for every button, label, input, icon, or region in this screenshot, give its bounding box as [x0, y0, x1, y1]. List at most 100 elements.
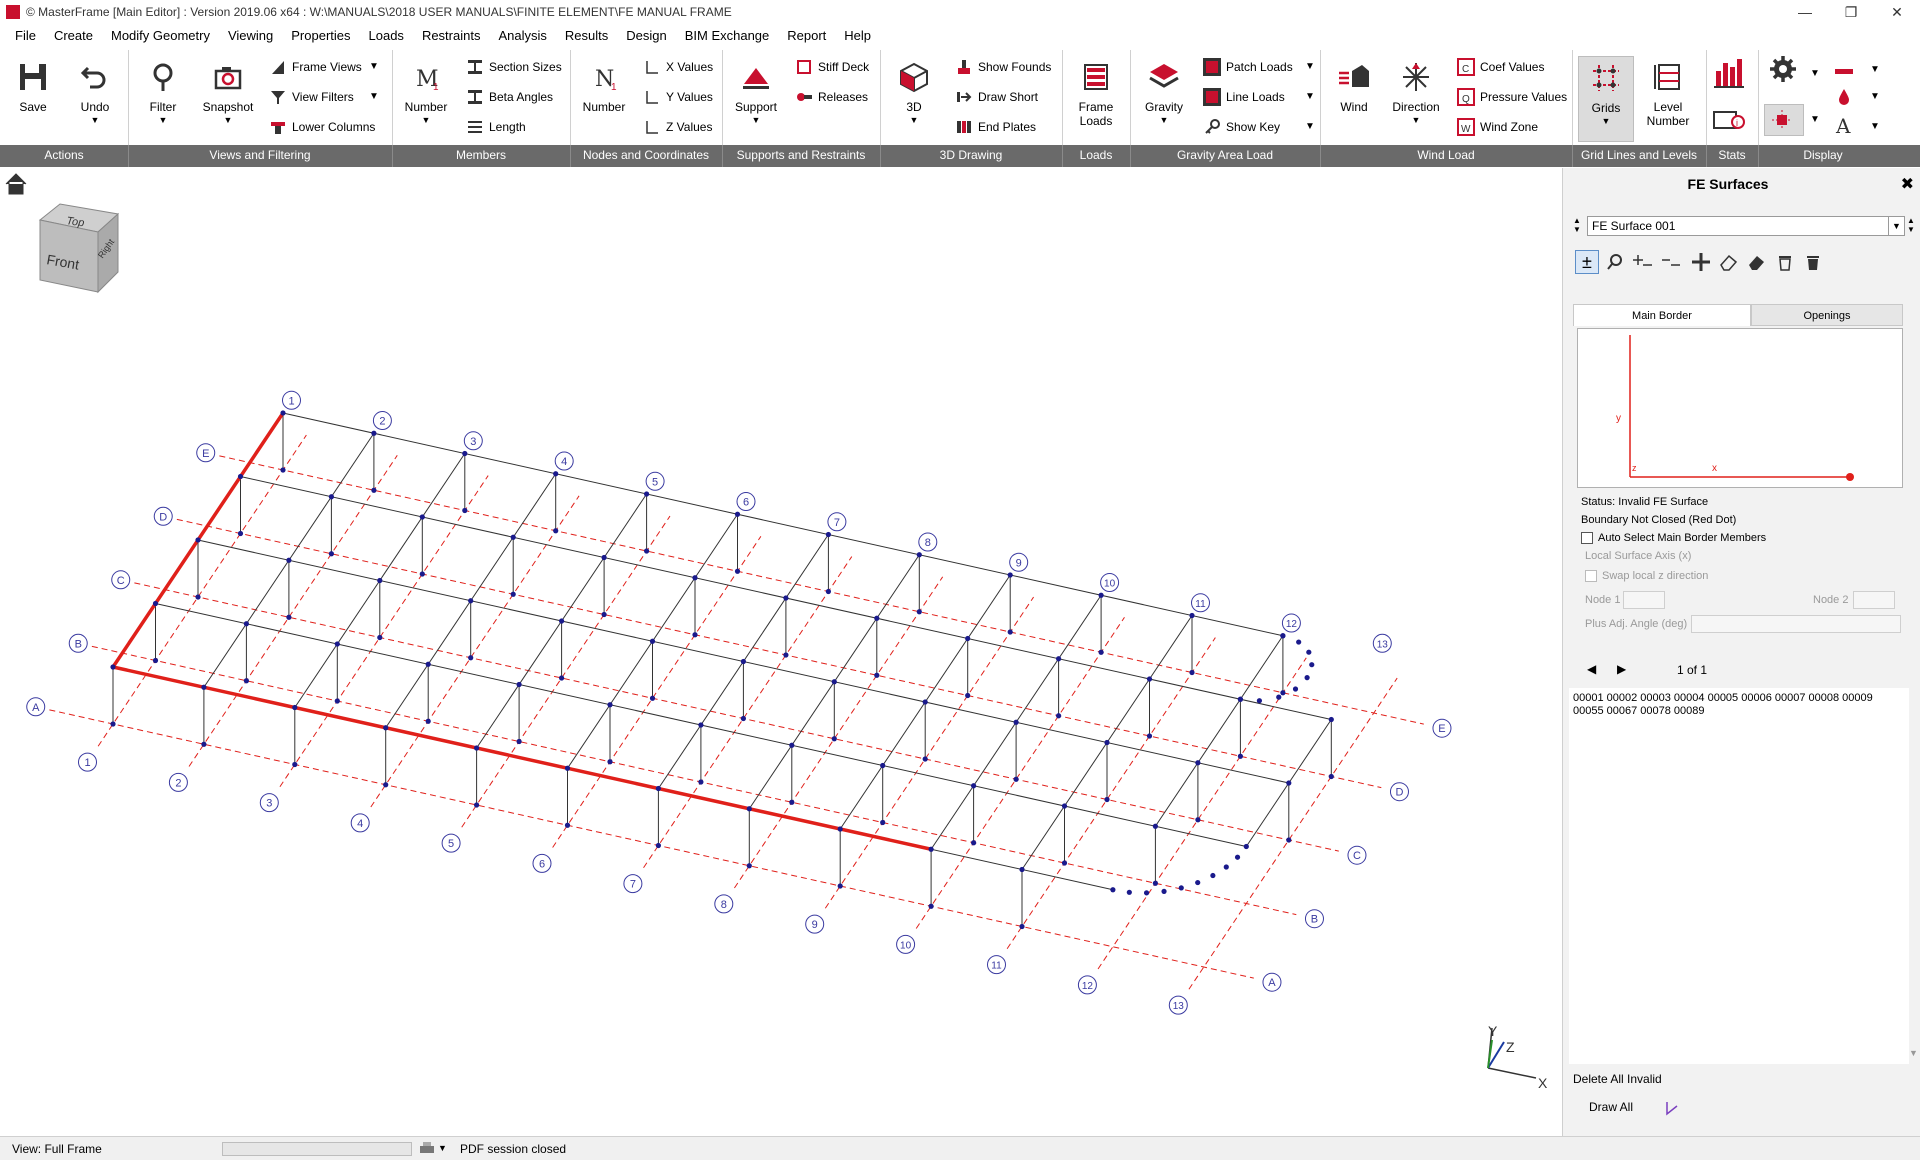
frame-loads-button[interactable]: Frame Loads: [1068, 56, 1124, 142]
base-node[interactable]: [152, 657, 159, 664]
roof-node[interactable]: [837, 826, 843, 832]
base-node[interactable]: [1061, 860, 1068, 866]
tab-openings[interactable]: Openings: [1751, 304, 1903, 326]
undo-dropdown-icon[interactable]: ▼: [67, 114, 123, 126]
base-node[interactable]: [971, 840, 977, 846]
roof-node[interactable]: [286, 557, 292, 563]
base-node[interactable]: [280, 467, 286, 473]
curved-edge-node[interactable]: [1296, 639, 1302, 645]
base-node[interactable]: [1280, 690, 1286, 696]
stats-chart-button[interactable]: [1712, 56, 1750, 90]
view-cube[interactable]: Top Front Right: [38, 203, 120, 294]
roof-node[interactable]: [559, 618, 565, 624]
node-display-dropdown-icon[interactable]: ▼: [1810, 114, 1820, 125]
base-node[interactable]: [419, 571, 425, 577]
grid-bubble-number[interactable]: 8: [714, 894, 734, 914]
search-tool-icon[interactable]: [1603, 250, 1627, 274]
base-node[interactable]: [698, 779, 704, 785]
curved-edge-node[interactable]: [1195, 879, 1201, 886]
roof-node[interactable]: [740, 658, 747, 665]
curved-edge-node[interactable]: [1143, 890, 1150, 896]
grid-bubble-letter-right[interactable]: B: [1304, 909, 1324, 929]
roof-node[interactable]: [783, 595, 789, 601]
base-node[interactable]: [474, 802, 480, 808]
pressure-values-button[interactable]: Q Pressure Values: [1456, 86, 1567, 108]
roof-node[interactable]: [1098, 592, 1104, 598]
z-values-button[interactable]: Z Values: [642, 116, 712, 138]
add-icon[interactable]: [1689, 250, 1713, 274]
curved-edge-node[interactable]: [1126, 889, 1132, 895]
roof-node[interactable]: [383, 725, 389, 731]
base-node[interactable]: [328, 551, 334, 557]
menu-help[interactable]: Help: [835, 28, 880, 43]
menu-loads[interactable]: Loads: [360, 28, 413, 43]
close-window-button[interactable]: ✕: [1874, 4, 1920, 21]
surface-select-dropdown-icon[interactable]: ▼: [1888, 217, 1904, 235]
roof-node[interactable]: [1195, 760, 1201, 766]
curved-edge-node[interactable]: [1243, 843, 1249, 850]
printer-dropdown-icon[interactable]: ▼: [438, 1143, 447, 1153]
coef-values-button[interactable]: C Coef Values: [1456, 56, 1544, 78]
x-values-button[interactable]: X Values: [642, 56, 713, 78]
plus-adj-angle-input[interactable]: [1691, 615, 1901, 633]
eraser-filled-icon[interactable]: [1745, 250, 1769, 274]
roof-node[interactable]: [1056, 656, 1062, 662]
base-node[interactable]: [559, 675, 565, 681]
grid-bubble-number[interactable]: 1: [78, 752, 97, 772]
roof-node[interactable]: [601, 554, 607, 561]
roof-node[interactable]: [1152, 823, 1158, 829]
length-button[interactable]: Length: [465, 116, 526, 138]
grid-bubble-number-top[interactable]: 13: [1372, 633, 1392, 653]
view-filters-dropdown-icon[interactable]: ▼: [369, 91, 379, 102]
curved-edge-node[interactable]: [1223, 864, 1229, 870]
base-node[interactable]: [655, 842, 662, 849]
plus-minus-tool-icon[interactable]: ±: [1575, 250, 1599, 274]
font-button[interactable]: A: [1834, 114, 1858, 136]
base-node[interactable]: [965, 692, 971, 699]
base-node[interactable]: [553, 528, 559, 534]
gravity-dropdown-icon[interactable]: ▼: [1136, 114, 1192, 126]
grid-bubble-letter-right[interactable]: D: [1389, 782, 1409, 802]
curved-edge-node[interactable]: [1256, 698, 1263, 704]
roof-node[interactable]: [1237, 696, 1243, 702]
swap-local-checkbox[interactable]: [1585, 570, 1597, 583]
base-node[interactable]: [334, 698, 340, 704]
roof-node[interactable]: [110, 664, 116, 670]
3d-button[interactable]: 3D ▼: [886, 56, 942, 142]
scroll-down-icon[interactable]: ▼: [1909, 1048, 1918, 1058]
grid-bubble-number[interactable]: 3: [259, 793, 279, 813]
member-number-dropdown-icon[interactable]: ▼: [398, 114, 454, 126]
roof-node[interactable]: [1328, 716, 1334, 723]
home-icon[interactable]: [5, 173, 27, 195]
roof-node[interactable]: [734, 511, 741, 517]
roof-node[interactable]: [564, 765, 571, 771]
grids-dropdown-icon[interactable]: ▼: [1579, 115, 1633, 127]
base-node[interactable]: [468, 655, 474, 661]
grid-bubble-number-top[interactable]: 4: [554, 451, 574, 471]
grid-bubble-letter[interactable]: B: [68, 633, 88, 653]
base-node[interactable]: [837, 883, 843, 889]
roof-node[interactable]: [649, 638, 656, 644]
base-node[interactable]: [783, 652, 789, 658]
grid-bubble-number-top[interactable]: 10: [1100, 573, 1120, 593]
frame-views-button[interactable]: Frame Views: [268, 56, 362, 78]
surface-select[interactable]: FE Surface 001 ▼: [1587, 216, 1905, 236]
grid-bubble-number[interactable]: 13: [1168, 995, 1188, 1015]
grid-bubble-number[interactable]: 9: [805, 914, 825, 934]
roof-node[interactable]: [607, 702, 613, 708]
roof-node[interactable]: [152, 600, 159, 607]
section-sizes-button[interactable]: Section Sizes: [465, 56, 562, 78]
gravity-button[interactable]: Gravity ▼: [1136, 56, 1192, 142]
grid-line-numbered[interactable]: [824, 596, 1034, 909]
curved-edge-node[interactable]: [1304, 675, 1310, 681]
base-node[interactable]: [377, 634, 383, 641]
grid-bubble-letter[interactable]: C: [111, 570, 131, 590]
printer-icon[interactable]: [418, 1141, 436, 1158]
show-key-button[interactable]: Show Key: [1202, 116, 1280, 138]
line-color-dropdown-icon[interactable]: ▼: [1870, 64, 1880, 75]
roof-node[interactable]: [928, 846, 934, 852]
add-member-tool-icon[interactable]: [1631, 250, 1655, 274]
base-node[interactable]: [740, 715, 747, 722]
panel-close-icon[interactable]: ✖: [1901, 174, 1914, 194]
base-node[interactable]: [1098, 649, 1104, 655]
